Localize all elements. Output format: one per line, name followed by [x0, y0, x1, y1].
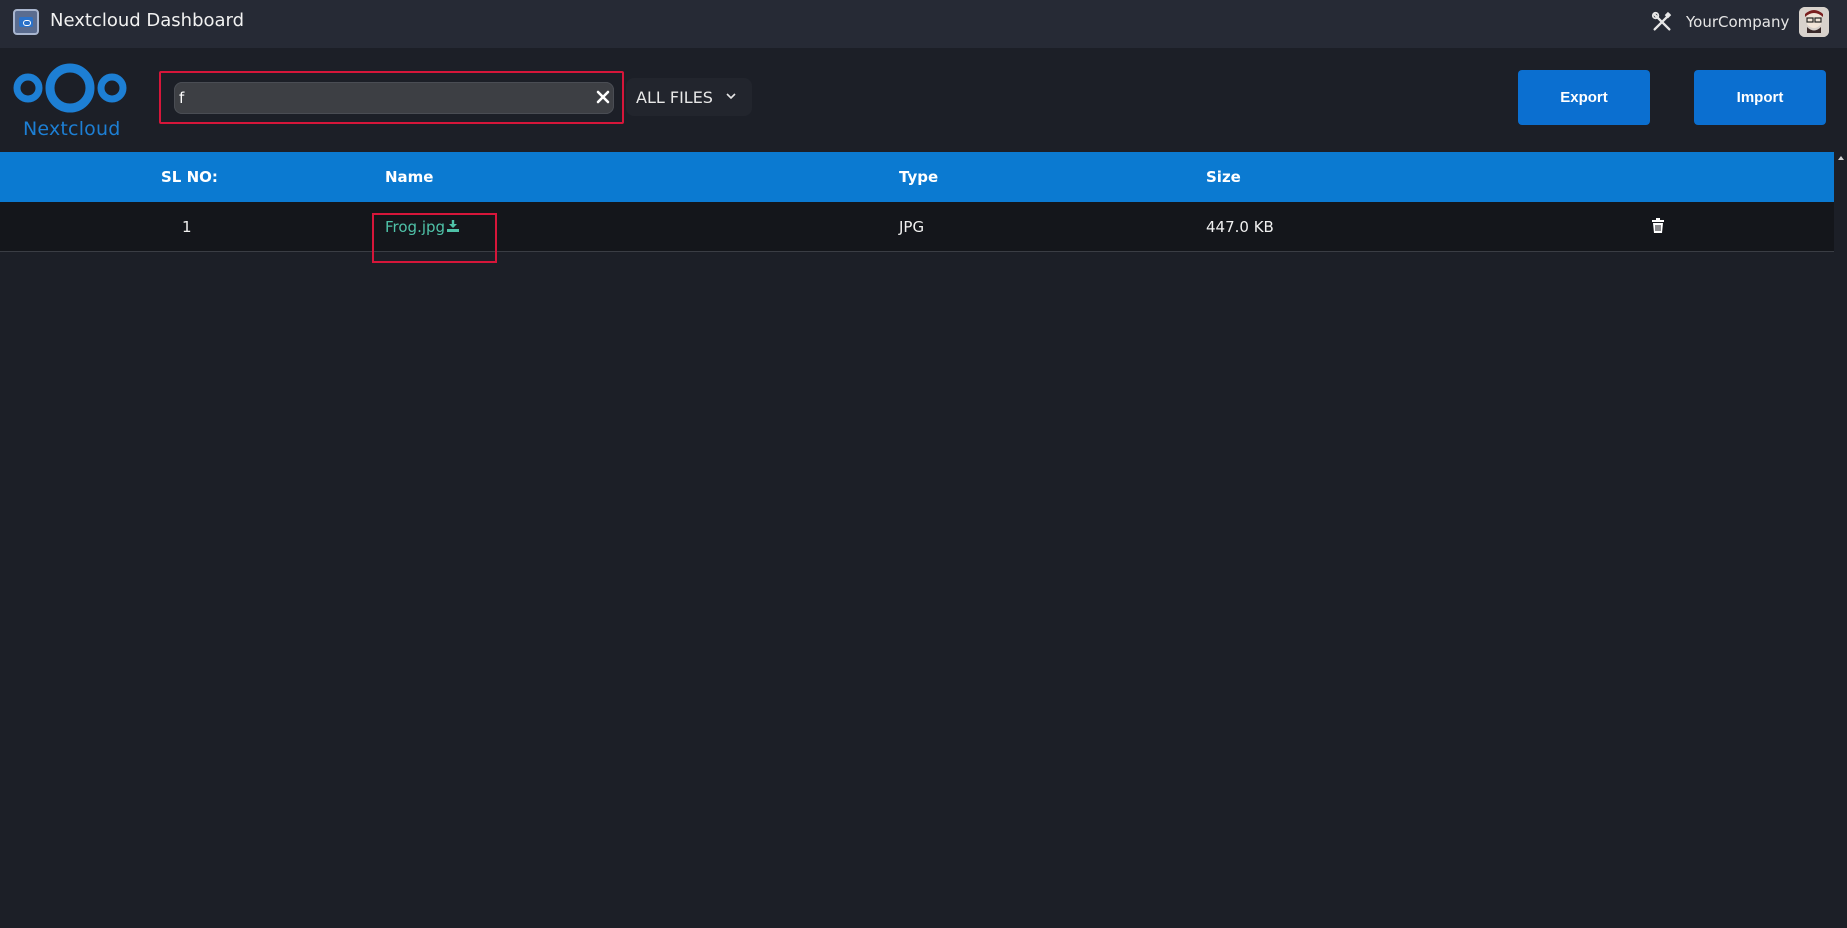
export-button[interactable]: Export: [1518, 70, 1650, 125]
company-name[interactable]: YourCompany: [1686, 13, 1789, 31]
chevron-down-icon: [726, 93, 736, 100]
cell-type: JPG: [899, 218, 925, 236]
column-header-name[interactable]: Name: [385, 168, 433, 186]
tools-icon[interactable]: [1651, 11, 1673, 33]
cell-sl-no: 1: [182, 218, 192, 236]
column-header-type[interactable]: Type: [899, 168, 938, 186]
logo-text: Nextcloud: [23, 118, 121, 140]
scroll-up-arrow-icon[interactable]: [1837, 154, 1845, 162]
app-title: Nextcloud Dashboard: [50, 10, 245, 31]
column-header-sl-no[interactable]: SL NO:: [161, 168, 218, 186]
import-button[interactable]: Import: [1694, 70, 1826, 125]
top-bar: Nextcloud Dashboard YourCompany: [0, 0, 1847, 48]
close-icon[interactable]: [596, 90, 610, 104]
table-header: SL NO: Name Type Size: [0, 152, 1834, 202]
file-name-highlight: [372, 213, 497, 263]
search-input[interactable]: [176, 84, 576, 112]
app-icon[interactable]: [13, 9, 39, 35]
column-header-size[interactable]: Size: [1206, 168, 1241, 186]
trash-icon[interactable]: [1651, 218, 1665, 234]
cell-size: 447.0 KB: [1206, 218, 1274, 236]
avatar[interactable]: [1799, 7, 1829, 37]
table-row: 1 Frog.jpg JPG 447.0 KB: [0, 202, 1834, 252]
search-box[interactable]: [174, 82, 614, 114]
filter-selected-value: ALL FILES: [636, 88, 713, 107]
file-filter-select[interactable]: ALL FILES: [626, 78, 752, 116]
